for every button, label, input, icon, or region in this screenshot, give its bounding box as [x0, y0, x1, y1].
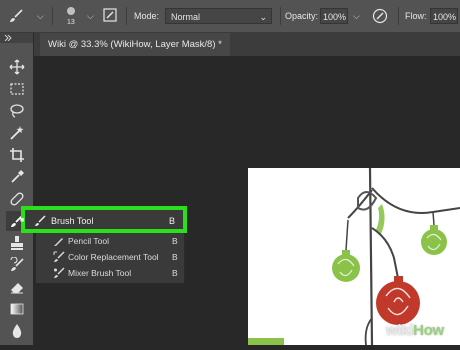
- eraser-tool[interactable]: [6, 277, 28, 297]
- eyedropper-tool[interactable]: [6, 167, 28, 187]
- options-bar: ⌵ 13 ⌵ Mode: Normal ⌄ Opacity: 100% ⌵ Fl…: [0, 0, 460, 33]
- drop-icon: [12, 324, 22, 338]
- mixer-brush-icon: [54, 267, 65, 278]
- brush-settings-panel-icon[interactable]: [103, 8, 117, 22]
- mode-label: Mode:: [134, 11, 160, 21]
- document-tab[interactable]: Wiki @ 33.3% (WikiHow, Layer Mask/8) *: [40, 33, 230, 56]
- mode-value: Normal: [171, 12, 201, 22]
- selected-marker: ■: [20, 217, 25, 224]
- tools-panel-header[interactable]: [0, 33, 33, 43]
- flyout-item-shortcut: B: [172, 268, 178, 278]
- tools-panel: [0, 33, 34, 345]
- flyout-item-shortcut: B: [169, 216, 176, 226]
- move-icon: [9, 59, 25, 75]
- brush-tip-icon[interactable]: [64, 4, 78, 18]
- flyout-item-color-replacement-tool[interactable]: Color Replacement Tool B: [36, 249, 184, 265]
- mode-dropdown[interactable]: Normal ⌄: [165, 8, 272, 24]
- christmas-ornaments-illustration: [248, 167, 460, 346]
- opacity-field[interactable]: 100%: [320, 8, 348, 24]
- magic-wand-icon: [10, 126, 24, 140]
- flyout-item-shortcut: B: [172, 236, 178, 246]
- opacity-label: Opacity:: [285, 11, 319, 21]
- chevron-down-icon[interactable]: ⌵: [87, 11, 94, 22]
- document-tab-bar: Wiki @ 33.3% (WikiHow, Layer Mask/8) *: [34, 33, 460, 56]
- document-tab-title: Wiki @ 33.3% (WikiHow, Layer Mask/8) *: [48, 39, 222, 50]
- chevron-down-icon: ⌄: [259, 12, 267, 22]
- lasso-tool[interactable]: [6, 101, 28, 121]
- watermark-wiki: wiki: [386, 322, 414, 339]
- stamp-icon: [11, 236, 23, 250]
- divider: [398, 7, 399, 25]
- history-brush-icon: [10, 257, 24, 271]
- flow-label: Flow:: [405, 11, 427, 21]
- eraser-icon: [11, 283, 23, 294]
- color-replacement-icon: [53, 251, 65, 262]
- flyout-item-mixer-brush-tool[interactable]: Mixer Brush Tool B: [36, 265, 184, 281]
- history-brush-tool[interactable]: [6, 255, 28, 275]
- crop-icon: [10, 148, 24, 162]
- gradient-icon: [10, 303, 24, 315]
- collapse-arrows-icon[interactable]: [4, 35, 12, 41]
- divider: [126, 7, 127, 25]
- opacity-value: 100%: [323, 12, 347, 22]
- eyedropper-icon: [11, 170, 24, 183]
- chevron-down-icon[interactable]: ⌵: [37, 11, 44, 22]
- divider: [52, 7, 53, 25]
- brush-icon: [35, 215, 46, 226]
- chevron-down-icon[interactable]: ⌵: [353, 11, 360, 22]
- marquee-icon: [10, 83, 24, 95]
- flyout-item-label: Mixer Brush Tool: [68, 268, 132, 278]
- gradient-tool[interactable]: [6, 299, 28, 319]
- lasso-icon: [10, 104, 24, 118]
- watermark-how: How: [413, 322, 444, 339]
- quick-selection-tool[interactable]: [6, 123, 28, 143]
- flyout-item-label: Color Replacement Tool: [68, 252, 159, 262]
- brush-size-value: 13: [67, 19, 75, 26]
- marquee-tool[interactable]: [6, 79, 28, 99]
- flyout-item-label: Pencil Tool: [68, 236, 109, 246]
- flow-field[interactable]: 100%: [430, 8, 458, 24]
- divider: [280, 7, 281, 25]
- pressure-opacity-icon[interactable]: [372, 8, 388, 24]
- flow-value: 100%: [433, 12, 457, 22]
- clone-stamp-tool[interactable]: [6, 233, 28, 253]
- document-canvas[interactable]: [248, 167, 460, 346]
- pencil-icon: [54, 238, 63, 246]
- move-tool[interactable]: [6, 57, 28, 77]
- flyout-item-pencil-tool[interactable]: Pencil Tool B: [36, 233, 184, 249]
- wikihow-watermark: wikiHow: [386, 322, 444, 339]
- flyout-item-label: Brush Tool: [51, 216, 94, 226]
- flyout-item-shortcut: B: [172, 252, 178, 262]
- bandage-icon: [10, 192, 24, 206]
- crop-tool[interactable]: [6, 145, 28, 165]
- blur-tool[interactable]: [6, 321, 28, 341]
- flyout-item-brush-tool[interactable]: ■ Brush Tool B: [17, 213, 181, 229]
- brush-preset-icon[interactable]: [8, 8, 24, 24]
